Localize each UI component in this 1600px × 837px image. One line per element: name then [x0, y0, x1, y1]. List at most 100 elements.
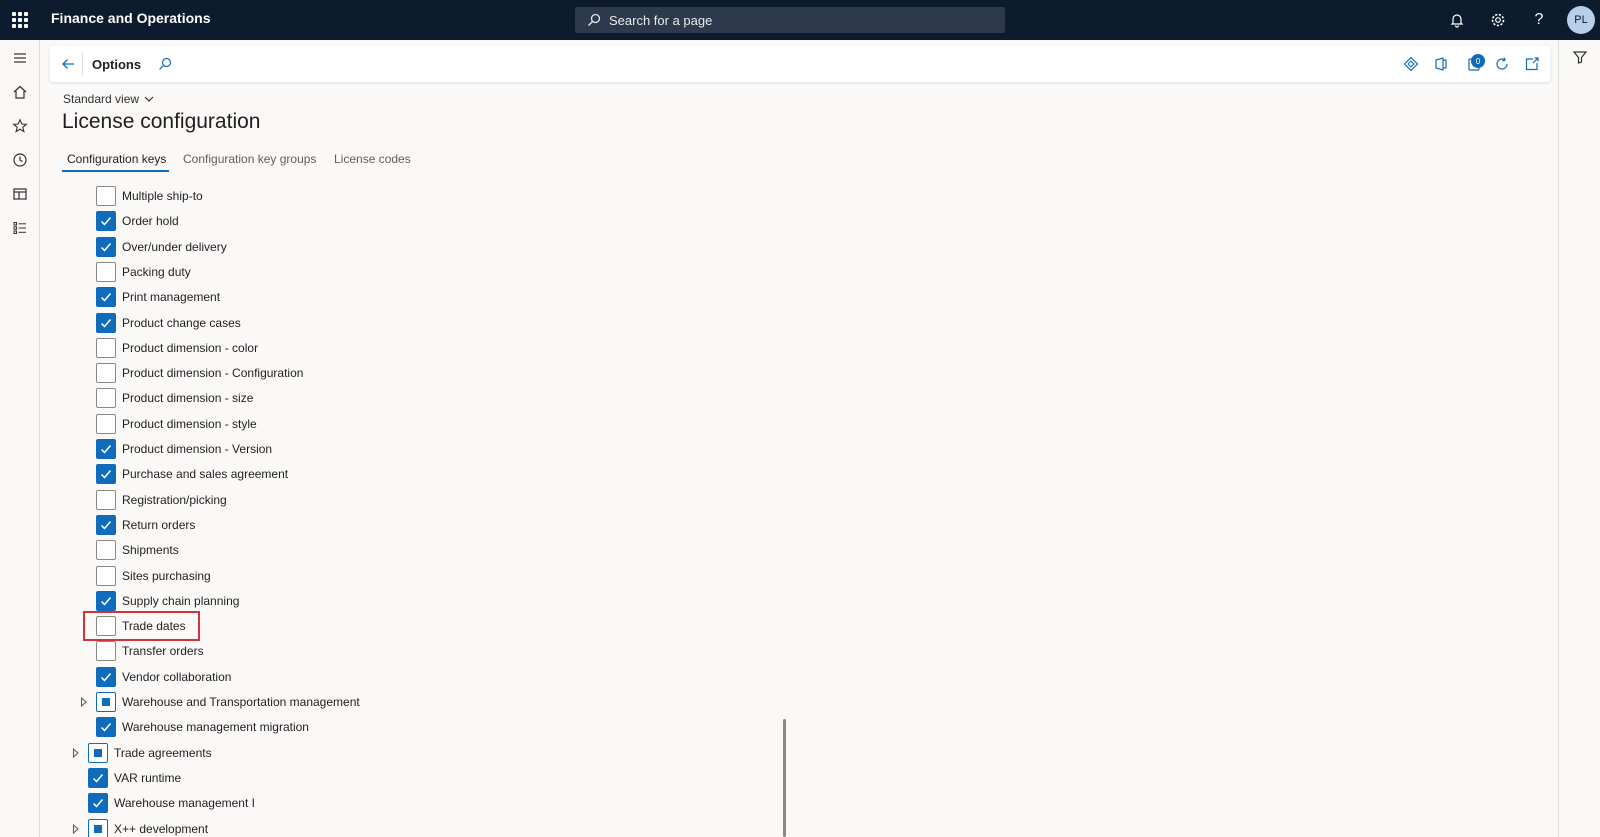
power-apps-diamond-icon[interactable] [1402, 55, 1420, 73]
tree-item-checkbox[interactable] [96, 692, 116, 712]
action-search-icon[interactable] [156, 55, 174, 73]
active-tab-indicator [62, 170, 169, 172]
tree-item[interactable]: Order hold [96, 209, 179, 233]
tree-item[interactable]: Multiple ship-to [96, 184, 203, 208]
tree-item-checkbox[interactable] [88, 819, 108, 837]
tree-item-checkbox[interactable] [96, 338, 116, 358]
filter-icon[interactable] [1570, 47, 1590, 67]
tree-item[interactable]: Packing duty [96, 260, 191, 284]
tree-item-checkbox[interactable] [96, 490, 116, 510]
tree-item-label: Print management [122, 290, 221, 304]
tree-item[interactable]: Transfer orders [96, 639, 204, 663]
help-icon[interactable]: ? [1529, 10, 1549, 30]
app-title[interactable]: Finance and Operations [51, 10, 210, 26]
tree-item-checkbox[interactable] [96, 540, 116, 560]
tree-item[interactable]: Return orders [96, 513, 195, 537]
tree-item[interactable]: Sites purchasing [96, 564, 211, 588]
filter-rail [1558, 40, 1600, 837]
tree-item[interactable]: Registration/picking [96, 488, 227, 512]
tree-item-label: Warehouse and Transportation management [122, 695, 360, 709]
tree-item-checkbox[interactable] [96, 388, 116, 408]
tree-item-label: Shipments [122, 543, 179, 557]
tree-item-label: Over/under delivery [122, 240, 227, 254]
tree-item-checkbox[interactable] [96, 464, 116, 484]
tree-item-label: Product dimension - style [122, 417, 257, 431]
tree-item-checkbox[interactable] [96, 667, 116, 687]
view-selector[interactable]: Standard view [63, 92, 155, 106]
vertical-scrollbar[interactable] [783, 719, 786, 837]
notification-count-badge: 0 [1471, 54, 1485, 68]
tree-item-checkbox[interactable] [96, 566, 116, 586]
tree-item-label: Product dimension - Version [122, 442, 273, 456]
gear-icon[interactable] [1488, 10, 1508, 30]
tab-configuration-keys[interactable]: Configuration keys [67, 152, 166, 166]
tree-item[interactable]: Supply chain planning [96, 589, 239, 613]
office-icon[interactable] [1432, 55, 1450, 73]
tab-license-codes[interactable]: License codes [334, 152, 411, 166]
tab-configuration-key-groups[interactable]: Configuration key groups [183, 152, 316, 166]
tree-item-checkbox[interactable] [96, 414, 116, 434]
home-icon[interactable] [10, 82, 30, 102]
highlight-box [83, 611, 200, 641]
avatar[interactable]: PL [1567, 6, 1595, 34]
tree-item-checkbox[interactable] [96, 211, 116, 231]
tree-item[interactable]: Warehouse management migration [96, 715, 309, 739]
expand-chevron-icon[interactable] [71, 824, 81, 834]
global-search-input[interactable]: Search for a page [575, 7, 1005, 33]
tree-item-label: X++ development [114, 822, 209, 836]
expand-chevron-icon[interactable] [71, 748, 81, 758]
tree-item-checkbox[interactable] [96, 186, 116, 206]
tree-item[interactable]: Product dimension - Version [96, 437, 272, 461]
tree-item[interactable]: Product dimension - size [96, 386, 253, 410]
bell-icon[interactable] [1447, 10, 1467, 30]
tree-item-label: Trade agreements [114, 746, 212, 760]
tree-item[interactable]: Warehouse and Transportation management [96, 690, 360, 714]
tree-item-checkbox[interactable] [96, 591, 116, 611]
back-arrow-icon[interactable] [58, 54, 78, 74]
tree-item-checkbox[interactable] [96, 237, 116, 257]
tree-item[interactable]: Purchase and sales agreement [96, 462, 288, 486]
search-icon [588, 13, 601, 26]
tree-item-label: Purchase and sales agreement [122, 467, 289, 481]
tree-item[interactable]: Product dimension - color [96, 336, 258, 360]
tree-item[interactable]: Product change cases [96, 311, 241, 335]
navigation-rail [0, 40, 40, 837]
tree-item[interactable]: VAR runtime [88, 766, 181, 790]
open-in-new-window-icon[interactable] [1523, 55, 1541, 73]
expand-chevron-icon[interactable] [79, 697, 89, 707]
tree-item-checkbox[interactable] [96, 515, 116, 535]
chevron-down-icon [144, 96, 154, 102]
tree-item-checkbox[interactable] [96, 363, 116, 383]
favorites-star-icon[interactable] [10, 116, 30, 136]
tree-item[interactable]: Print management [96, 285, 220, 309]
tree-item[interactable]: Warehouse management I [88, 791, 255, 815]
tree-item[interactable]: Product dimension - style [96, 412, 257, 436]
tree-item[interactable]: Vendor collaboration [96, 665, 231, 689]
tree-item-label: Warehouse management I [114, 796, 255, 810]
tree-item-checkbox[interactable] [88, 793, 108, 813]
tree-item[interactable]: Over/under delivery [96, 235, 227, 259]
tree-item-checkbox[interactable] [88, 743, 108, 763]
tree-item-checkbox[interactable] [96, 439, 116, 459]
modules-list-icon[interactable] [10, 218, 30, 238]
page-title: License configuration [62, 110, 261, 133]
tree-item-checkbox[interactable] [88, 768, 108, 788]
tree-item-checkbox[interactable] [96, 641, 116, 661]
top-bar: Finance and Operations Search for a page… [0, 0, 1600, 40]
workspaces-icon[interactable] [10, 184, 30, 204]
tree-item[interactable]: Product dimension - Configuration [96, 361, 303, 385]
tree-item[interactable]: Trade agreements [88, 741, 212, 765]
tree-item[interactable]: Shipments [96, 538, 179, 562]
hamburger-icon[interactable] [10, 48, 30, 68]
tree-item-label: Packing duty [122, 265, 191, 279]
app-launcher-icon[interactable] [12, 12, 28, 28]
options-tab[interactable]: Options [92, 57, 141, 72]
tree-item[interactable]: X++ development [88, 817, 208, 837]
tree-item-checkbox[interactable] [96, 262, 116, 282]
tree-item-label: Product dimension - Configuration [122, 366, 304, 380]
tree-item-checkbox[interactable] [96, 717, 116, 737]
tree-item-checkbox[interactable] [96, 313, 116, 333]
refresh-icon[interactable] [1493, 55, 1511, 73]
tree-item-checkbox[interactable] [96, 287, 116, 307]
recent-clock-icon[interactable] [10, 150, 30, 170]
